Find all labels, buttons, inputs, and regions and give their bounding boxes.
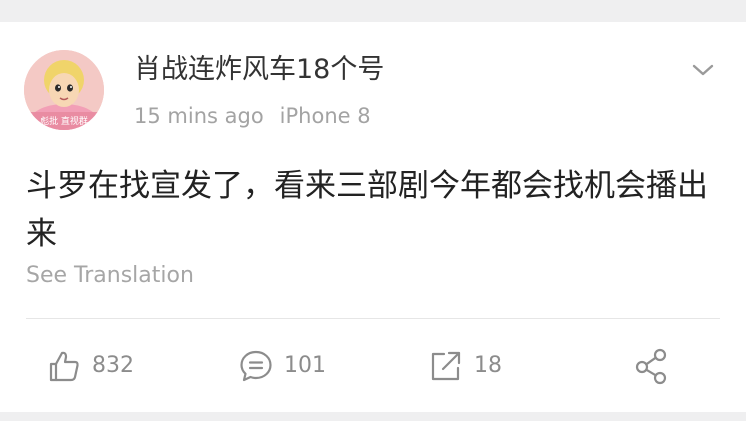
avatar-caption: 彪批 直视群 — [40, 115, 88, 127]
share-icon — [632, 346, 672, 386]
like-count: 832 — [92, 353, 134, 378]
post-card: 彪批 直视群 肖战连炸风车18个号 15 mins ago iPhone 8 斗罗… — [0, 22, 746, 412]
share-button[interactable] — [632, 344, 672, 388]
see-translation-link[interactable]: See Translation — [26, 265, 194, 287]
post-meta: 15 mins ago iPhone 8 — [134, 106, 371, 127]
repost-arrow-icon — [428, 348, 464, 384]
avatar[interactable]: 彪批 直视群 — [24, 50, 104, 130]
author-name[interactable]: 肖战连炸风车18个号 — [134, 56, 384, 83]
more-options-button[interactable] — [686, 58, 720, 82]
comment-count: 101 — [284, 353, 326, 378]
top-separator — [0, 0, 746, 22]
post-time: 15 mins ago — [134, 104, 264, 128]
repost-count: 18 — [474, 353, 502, 378]
post-device: iPhone 8 — [279, 104, 371, 128]
bottom-separator — [0, 412, 746, 421]
comment-bubble-icon — [238, 348, 274, 384]
chevron-down-icon — [692, 64, 714, 76]
like-button[interactable]: 832 — [46, 344, 134, 388]
repost-button[interactable]: 18 — [428, 344, 502, 388]
comment-button[interactable]: 101 — [238, 344, 326, 388]
thumbs-up-icon — [46, 348, 82, 384]
post-content: 斗罗在找宣发了，看来三部剧今年都会找机会播出来 — [26, 168, 708, 252]
divider — [26, 318, 720, 319]
